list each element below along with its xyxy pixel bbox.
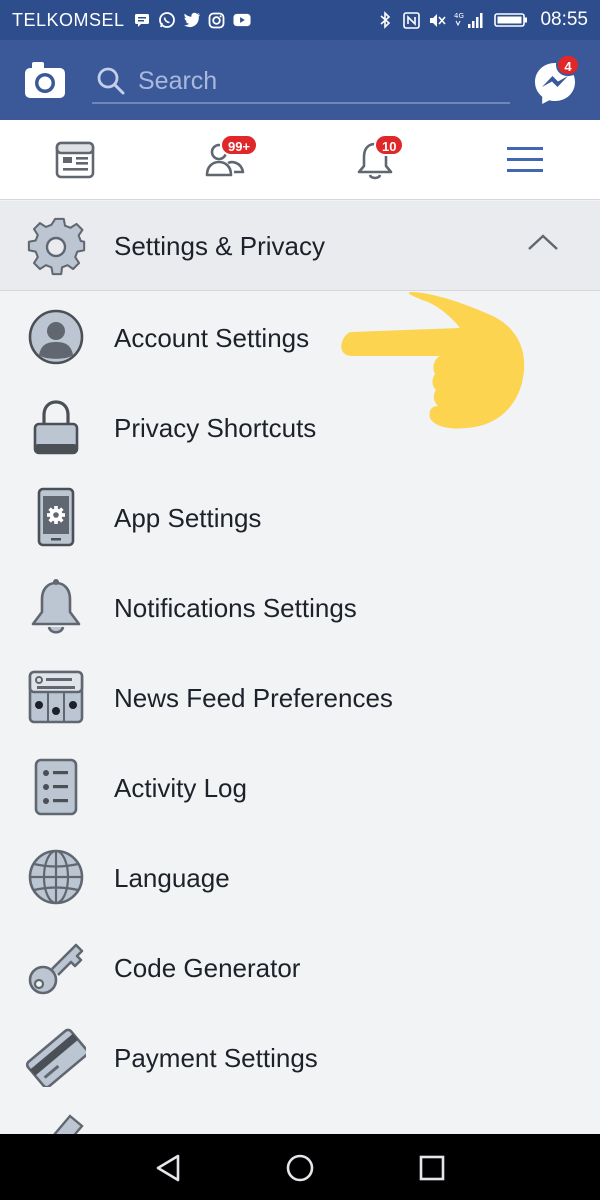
youtube-icon [233, 11, 251, 29]
tab-bar: 99+ 10 [0, 120, 600, 200]
menu-item-news-feed-preferences[interactable]: News Feed Preferences [0, 652, 600, 742]
menu-item-code-generator[interactable]: Code Generator [0, 922, 600, 1012]
messenger-button[interactable]: 4 [532, 54, 580, 106]
globe-icon [24, 847, 88, 907]
whatsapp-icon [158, 11, 176, 29]
menu-item-label: Notifications Settings [114, 593, 357, 623]
account-icon [24, 307, 88, 367]
status-system-icons: 4G 08:55 [376, 9, 588, 31]
menu-item-label: Privacy Shortcuts [114, 413, 317, 443]
search-input[interactable] [138, 66, 498, 96]
clock: 08:55 [540, 9, 588, 30]
news-feed-icon [24, 667, 88, 727]
menu-item-language[interactable]: Language [0, 832, 600, 922]
activity-log-icon [24, 757, 88, 817]
section-title: Settings & Privacy [114, 231, 325, 261]
menu-item-label: Account Settings [114, 323, 310, 353]
app-header: 4 [0, 40, 600, 120]
tab-news-feed[interactable] [0, 120, 150, 200]
battery-icon [494, 11, 528, 29]
credit-card-icon [24, 1027, 88, 1087]
status-bar: TELKOMSEL 4G 08:55 [0, 0, 600, 40]
android-navigation-bar [0, 1134, 600, 1200]
phone-gear-icon [24, 487, 88, 547]
menu-item-label: Language [114, 863, 230, 893]
tab-menu[interactable] [450, 120, 600, 200]
back-icon[interactable] [150, 1150, 186, 1186]
bluetooth-icon [376, 11, 394, 29]
carrier-name: TELKOMSEL [12, 9, 125, 30]
lock-icon [24, 397, 88, 457]
menu-item-label: App Settings [114, 503, 262, 533]
menu-item-label: Activity Log [114, 773, 247, 803]
message-icon [133, 11, 151, 29]
network-type: 4G [454, 12, 464, 20]
mute-icon [428, 11, 447, 29]
tab-friend-requests[interactable]: 99+ [150, 120, 300, 200]
menu-item-activity-log[interactable]: Activity Log [0, 742, 600, 832]
tab-notifications[interactable]: 10 [300, 120, 450, 200]
search-bar[interactable] [92, 60, 510, 104]
menu-item-label: News Feed Preferences [114, 683, 393, 713]
pointing-hand-icon [341, 292, 525, 429]
key-icon [24, 937, 88, 997]
messenger-badge: 4 [556, 54, 580, 76]
home-icon[interactable] [282, 1150, 318, 1186]
menu-item-app-settings[interactable]: App Settings [0, 472, 600, 562]
menu-item-label: Code Generator [114, 953, 301, 983]
recent-apps-icon[interactable] [414, 1150, 450, 1186]
hamburger-menu-icon [507, 147, 543, 172]
gear-icon [27, 217, 86, 276]
menu-item-payment-settings[interactable]: Payment Settings [0, 1012, 600, 1102]
twitter-icon [183, 11, 201, 29]
menu-item-notifications-settings[interactable]: Notifications Settings [0, 562, 600, 652]
bell-icon [24, 577, 88, 637]
notifications-badge: 10 [374, 134, 405, 156]
settings-privacy-header[interactable]: Settings & Privacy [0, 201, 600, 291]
status-notification-icons [133, 11, 251, 29]
camera-button[interactable] [24, 60, 66, 100]
search-icon [97, 67, 125, 95]
signal-icon: 4G [454, 11, 486, 29]
friend-requests-badge: 99+ [220, 134, 259, 156]
instagram-icon [208, 11, 226, 29]
chevron-up-icon[interactable] [526, 231, 560, 255]
camera-icon [25, 62, 65, 98]
partial-menu-item-icon [40, 1112, 90, 1134]
news-feed-tab-icon [55, 141, 95, 179]
menu-item-label: Payment Settings [114, 1043, 318, 1073]
nfc-icon [402, 11, 420, 29]
